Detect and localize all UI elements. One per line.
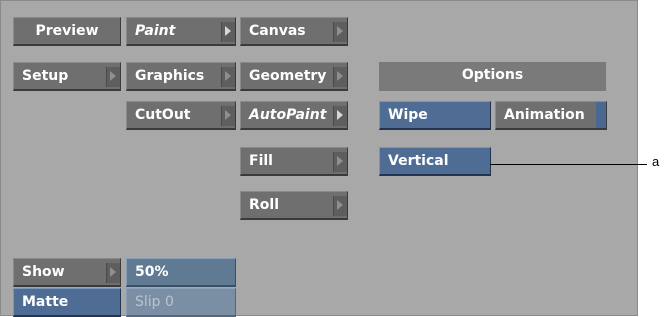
submenu-arrow-icon <box>333 106 347 126</box>
autopaint-label: AutoPaint <box>249 107 327 123</box>
matte-label: Matte <box>22 294 69 310</box>
paint-label: Paint <box>135 23 176 39</box>
canvas-button[interactable]: Canvas <box>240 17 348 46</box>
submenu-arrow-icon <box>333 67 347 87</box>
slip-field[interactable]: Slip 0 <box>126 288 236 317</box>
zoom-value: 50% <box>135 264 169 280</box>
autopaint-button[interactable]: AutoPaint <box>240 101 348 130</box>
callout-label: a <box>652 154 660 169</box>
geometry-button[interactable]: Geometry <box>240 62 348 91</box>
fill-label: Fill <box>249 153 273 169</box>
zoom-field[interactable]: 50% <box>126 258 236 287</box>
vertical-label: Vertical <box>388 153 449 169</box>
show-label: Show <box>22 264 65 280</box>
setup-button[interactable]: Setup <box>13 62 121 91</box>
graphics-label: Graphics <box>135 68 205 84</box>
roll-label: Roll <box>249 197 279 213</box>
vertical-button[interactable]: Vertical <box>379 147 491 176</box>
submenu-arrow-icon <box>333 152 347 172</box>
roll-button[interactable]: Roll <box>240 191 348 220</box>
animation-label: Animation <box>504 107 585 123</box>
animation-edge-marker <box>596 102 606 128</box>
submenu-arrow-icon <box>333 196 347 216</box>
wipe-label: Wipe <box>388 107 428 123</box>
submenu-arrow-icon <box>221 106 235 126</box>
canvas-label: Canvas <box>249 23 306 39</box>
preview-label: Preview <box>35 23 99 39</box>
setup-label: Setup <box>22 68 69 84</box>
show-button[interactable]: Show <box>13 258 121 287</box>
geometry-label: Geometry <box>249 68 327 84</box>
cutout-label: CutOut <box>135 107 191 123</box>
slip-value: Slip 0 <box>135 294 174 310</box>
fill-button[interactable]: Fill <box>240 147 348 176</box>
options-header-label: Options <box>461 67 524 83</box>
animation-button[interactable]: Animation <box>495 101 607 130</box>
options-header: Options <box>379 62 606 91</box>
submenu-arrow-icon <box>106 67 120 87</box>
submenu-arrow-icon <box>221 22 235 42</box>
submenu-arrow-icon <box>333 22 347 42</box>
callout-line <box>490 164 647 165</box>
matte-button[interactable]: Matte <box>13 288 121 317</box>
cutout-button[interactable]: CutOut <box>126 101 236 130</box>
submenu-arrow-icon <box>221 67 235 87</box>
preview-button[interactable]: Preview <box>13 17 121 46</box>
graphics-button[interactable]: Graphics <box>126 62 236 91</box>
menu-panel: Preview Setup Show Matte Paint Graphics … <box>0 0 638 317</box>
paint-button[interactable]: Paint <box>126 17 236 46</box>
submenu-arrow-icon <box>106 263 120 283</box>
wipe-button[interactable]: Wipe <box>379 101 491 130</box>
